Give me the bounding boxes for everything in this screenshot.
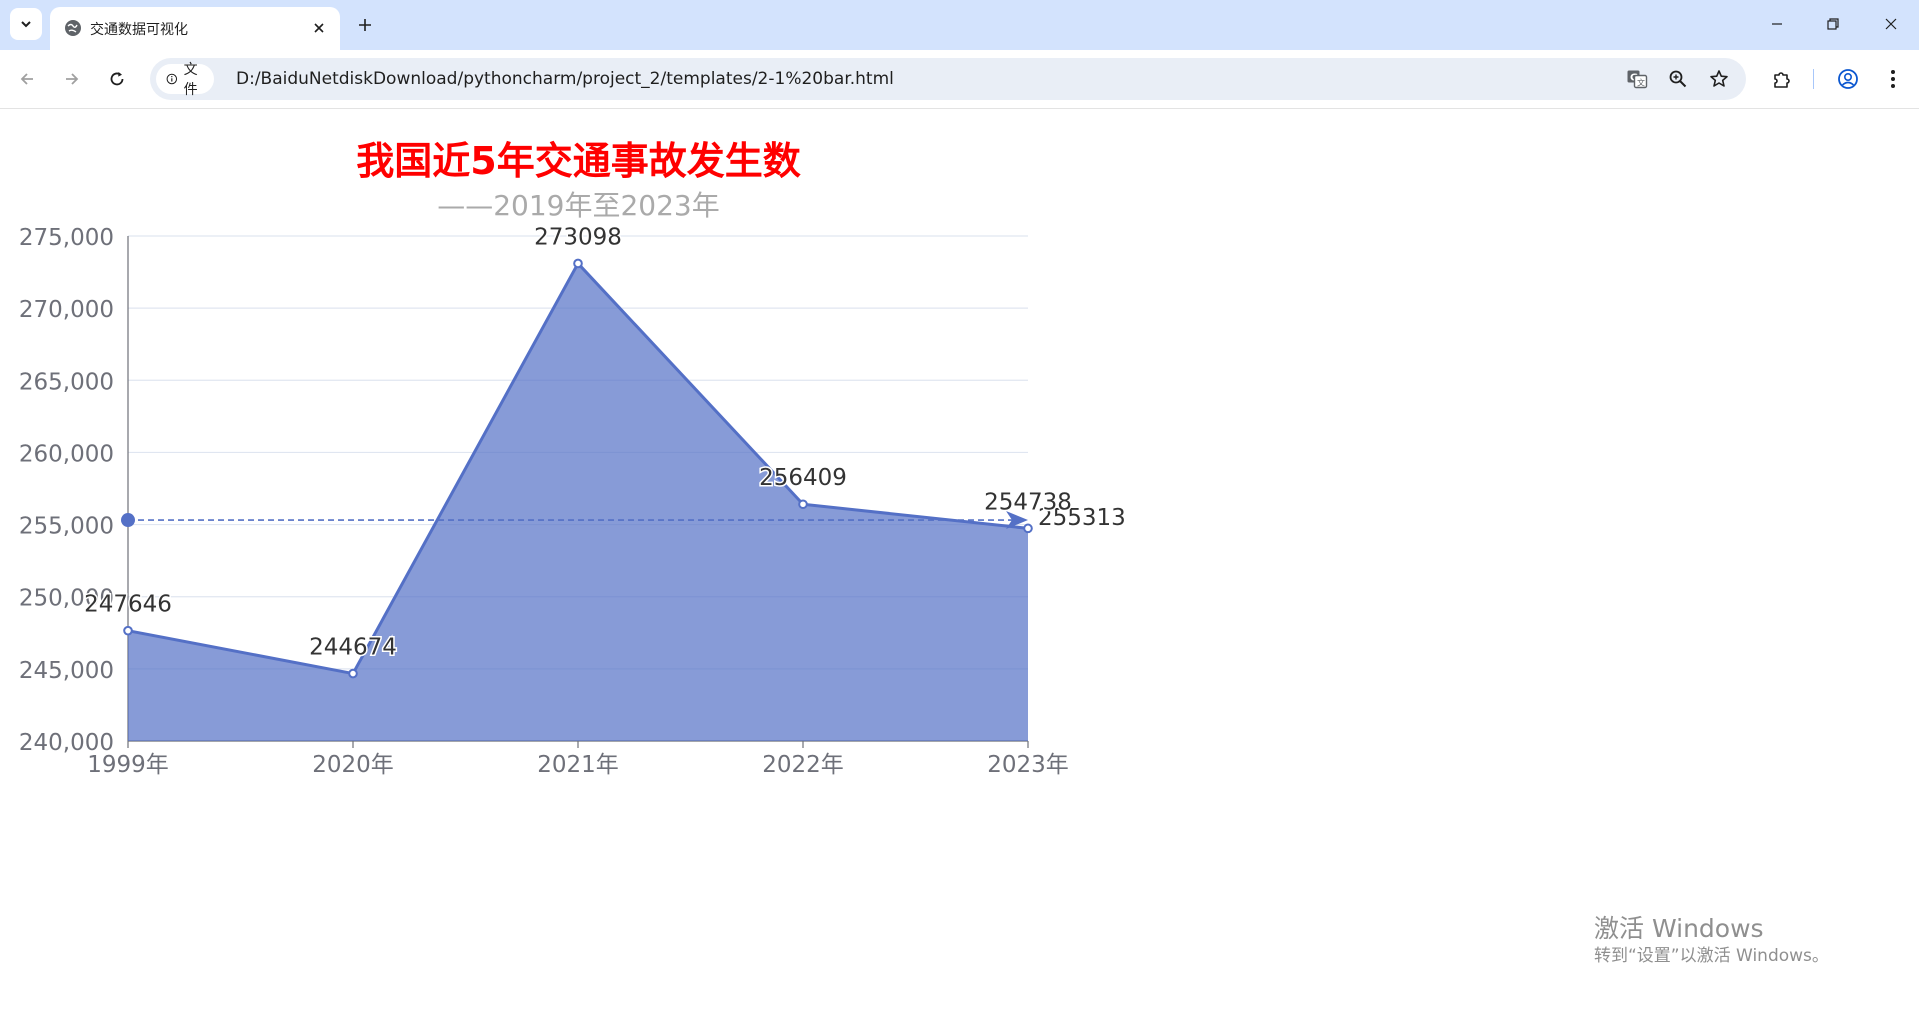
chart-container: 我国近5年交通事故发生数 ——2019年至2023年 240,000 245,00…: [0, 109, 1919, 1015]
browser-menu-button[interactable]: [1877, 63, 1909, 95]
data-point: [798, 499, 808, 510]
series-area: [128, 263, 1028, 741]
info-icon: [166, 73, 178, 85]
svg-text:文: 文: [1637, 78, 1645, 88]
arrow-left-icon: [20, 73, 33, 85]
profile-icon: [1838, 69, 1858, 89]
plus-icon: [359, 19, 371, 31]
tab-search-button[interactable]: [10, 8, 42, 40]
x-tick-label: 2023年: [987, 752, 1069, 778]
puzzle-icon: [1774, 72, 1790, 88]
url-text[interactable]: D:/BaiduNetdiskDownload/pythoncharm/proj…: [236, 69, 894, 89]
x-tick-label: 2022年: [762, 752, 844, 778]
x-tick-label: 2020年: [312, 752, 394, 778]
site-info-chip[interactable]: 文件: [156, 62, 214, 98]
close-icon: [1885, 18, 1897, 30]
reload-button[interactable]: [101, 63, 133, 95]
bookmark-button[interactable]: [1707, 67, 1731, 91]
kebab-menu-icon: [1891, 70, 1895, 88]
data-point: [123, 625, 133, 636]
translate-icon: G 文: [1627, 70, 1648, 89]
tab-title: 交通数据可视化: [90, 22, 188, 38]
y-tick-label: 245,000: [19, 658, 114, 684]
y-tick-label: 260,000: [19, 441, 114, 467]
close-icon: [314, 23, 324, 33]
back-button[interactable]: [11, 63, 43, 95]
extensions-button[interactable]: [1766, 63, 1798, 95]
watermark-line-1: 激活 Windows: [1594, 914, 1764, 943]
watermark-line-2: 转到“设置”以激活 Windows。: [1594, 946, 1829, 966]
data-point: [348, 668, 358, 679]
data-label: 256409: [759, 465, 847, 491]
area-chart[interactable]: 240,000245,000250,000255,000260,000265,0…: [0, 109, 1157, 789]
data-label: 247646: [84, 592, 172, 618]
active-tab[interactable]: 交通数据可视化: [50, 7, 340, 50]
minimize-icon: [1772, 23, 1782, 25]
markline-start-symbol: [121, 513, 135, 528]
restore-icon: [1827, 18, 1839, 30]
data-point: [1023, 523, 1033, 534]
reload-icon: [110, 72, 124, 86]
x-tick-label: 2021年: [537, 752, 619, 778]
data-label: 273098: [534, 224, 622, 250]
browser-toolbar: 文件 D:/BaiduNetdiskDownload/pythoncharm/p…: [0, 50, 1919, 109]
y-tick-label: 255,000: [19, 514, 114, 540]
address-bar[interactable]: 文件 D:/BaiduNetdiskDownload/pythoncharm/p…: [150, 58, 1746, 100]
data-label: 244674: [309, 635, 397, 661]
toolbar-divider: [1813, 69, 1814, 89]
translate-button[interactable]: G 文: [1625, 67, 1649, 91]
x-tick-label: 1999年: [87, 752, 169, 778]
globe-icon: [65, 20, 81, 36]
star-icon: [1710, 70, 1728, 87]
tab-strip: 交通数据可视化: [0, 0, 1919, 50]
minimize-button[interactable]: [1755, 6, 1799, 42]
y-tick-label: 270,000: [19, 297, 114, 323]
data-point: [573, 258, 583, 269]
zoom-button[interactable]: [1666, 67, 1690, 91]
windows-activation-watermark: 激活 Windows 转到“设置”以激活 Windows。: [1594, 914, 1829, 968]
arrow-right-icon: [66, 73, 79, 85]
site-info-label: 文件: [183, 62, 198, 98]
tab-close-button[interactable]: [308, 17, 330, 39]
data-label: 254738: [984, 489, 1072, 515]
restore-button[interactable]: [1811, 6, 1855, 42]
forward-button[interactable]: [56, 63, 88, 95]
close-window-button[interactable]: [1869, 6, 1913, 42]
y-tick-label: 275,000: [19, 225, 114, 251]
profile-button[interactable]: [1832, 63, 1864, 95]
zoom-icon: [1669, 70, 1687, 88]
chevron-down-icon: [21, 21, 31, 28]
new-tab-button[interactable]: [352, 12, 378, 38]
y-tick-label: 265,000: [19, 369, 114, 395]
